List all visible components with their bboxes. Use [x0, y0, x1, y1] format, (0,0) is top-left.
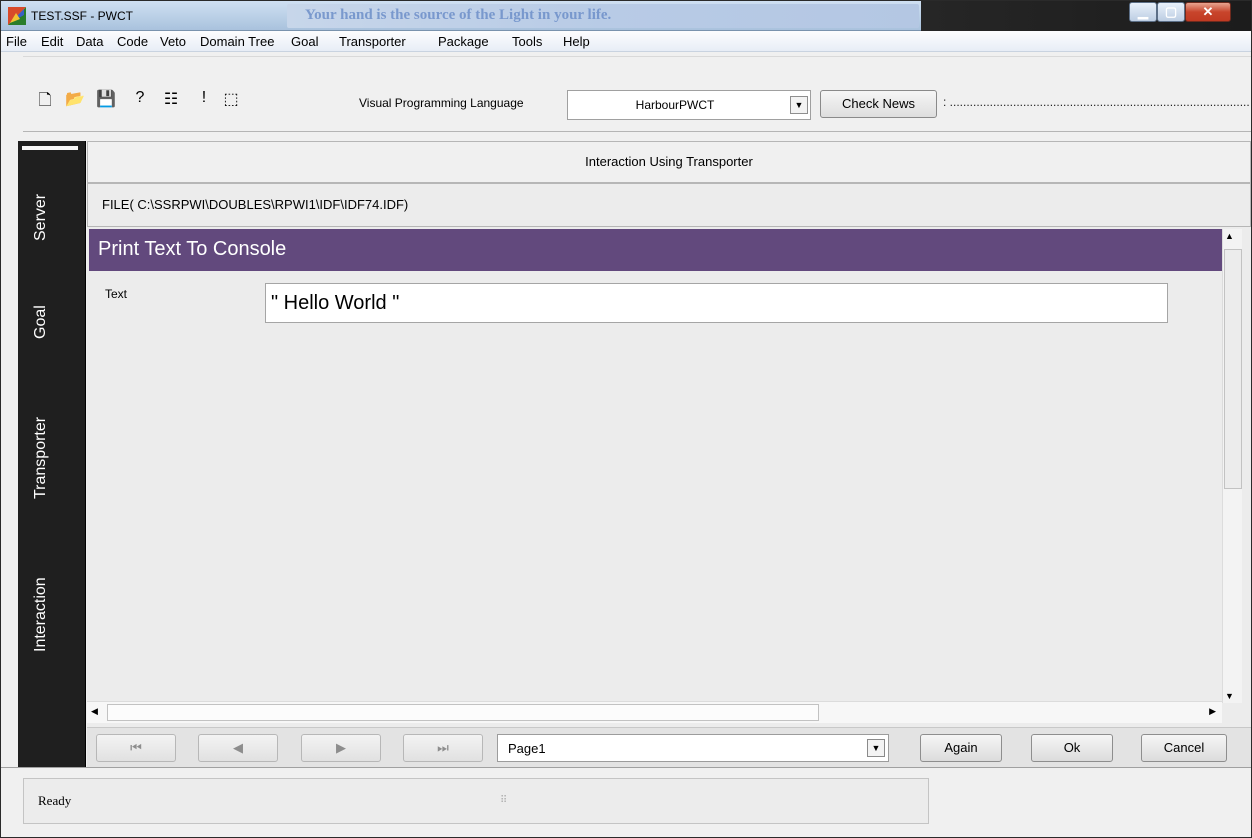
save-disk-icon[interactable]: 💾: [96, 89, 116, 109]
menu-tools[interactable]: Tools: [512, 34, 542, 49]
page-value: Page1: [508, 741, 546, 756]
tab-transporter-label: Transporter: [32, 416, 49, 499]
title-bar[interactable]: TEST.SSF - PWCT Your hand is the source …: [1, 1, 1251, 31]
main-panel: Interaction Using Transporter FILE( C:\S…: [87, 141, 1251, 767]
scroll-up-icon[interactable]: ▲: [1225, 231, 1234, 241]
maximize-icon: ▢: [1164, 4, 1178, 19]
check-news-button[interactable]: Check News: [820, 90, 937, 118]
menu-package[interactable]: Package: [438, 34, 489, 49]
scroll-down-icon[interactable]: ▼: [1225, 691, 1234, 701]
menu-edit[interactable]: Edit: [41, 34, 63, 49]
last-page-button[interactable]: ⏭: [403, 734, 483, 762]
chevron-down-icon[interactable]: ▼: [867, 739, 885, 757]
vertical-scroll-thumb[interactable]: [1224, 249, 1242, 489]
navigation-bar: ⏮ ◀ ▶ ⏭ Page1 ▼ Again Ok Cancel: [87, 727, 1251, 767]
banner: Your hand is the source of the Light in …: [287, 4, 919, 28]
menu-help[interactable]: Help: [563, 34, 590, 49]
maximize-button[interactable]: ▢: [1157, 2, 1185, 22]
menu-bar: File Edit Data Code Veto Domain Tree Goa…: [1, 31, 1251, 52]
minimize-icon: ▁: [1138, 4, 1148, 19]
text-field-label: Text: [105, 287, 128, 301]
vpl-select[interactable]: HarbourPWCT ▼: [567, 90, 811, 120]
vpl-label: Visual Programming Language: [359, 96, 524, 110]
first-page-button[interactable]: ⏮: [96, 734, 176, 762]
vpl-value: HarbourPWCT: [635, 98, 715, 112]
tab-interaction-label: Interaction: [32, 577, 49, 652]
horizontal-scrollbar[interactable]: ◀ ▶: [87, 701, 1222, 723]
app-logo-icon: [8, 7, 26, 25]
new-file-icon[interactable]: 🗋: [35, 89, 55, 116]
status-panel: Ready ⠿: [23, 778, 929, 824]
cancel-button[interactable]: Cancel: [1141, 734, 1227, 762]
menu-transporter[interactable]: Transporter: [339, 34, 406, 49]
document-icon[interactable]: ☷: [161, 89, 181, 109]
close-button[interactable]: ✕: [1185, 2, 1231, 22]
open-box-icon[interactable]: ⬚: [221, 89, 241, 109]
ok-button[interactable]: Ok: [1031, 734, 1113, 762]
again-button[interactable]: Again: [920, 734, 1002, 762]
scroll-left-icon[interactable]: ◀: [91, 706, 98, 717]
menu-data[interactable]: Data: [76, 34, 103, 49]
file-path: FILE( C:\SSRPWI\DOUBLES\RPWI1\IDF\IDF74.…: [87, 183, 1251, 227]
horizontal-scroll-thumb[interactable]: [107, 704, 819, 721]
next-page-button[interactable]: ▶: [301, 734, 381, 762]
close-icon: ✕: [1202, 4, 1214, 19]
resize-grip-icon[interactable]: ⠿: [500, 795, 507, 806]
page-select[interactable]: Page1 ▼: [497, 734, 889, 762]
tab-server-label: Server: [32, 193, 49, 241]
panel-header: Interaction Using Transporter: [87, 141, 1251, 183]
section-title: Print Text To Console: [98, 238, 287, 260]
menu-file[interactable]: File: [6, 34, 27, 49]
banner-text: Your hand is the source of the Light in …: [305, 7, 612, 23]
menu-domain-tree[interactable]: Domain Tree: [200, 34, 274, 49]
help-icon[interactable]: ?: [130, 89, 150, 107]
exclamation-icon[interactable]: !: [194, 89, 214, 107]
section-header: Print Text To Console: [89, 229, 1222, 271]
vertical-scrollbar[interactable]: ▲ ▼: [1222, 229, 1242, 703]
status-bar: Ready ⠿: [1, 767, 1251, 837]
side-tabs: Server Goal Transporter Interaction: [18, 141, 86, 767]
menu-goal[interactable]: Goal: [291, 34, 318, 49]
minimize-button[interactable]: ▁: [1129, 2, 1157, 22]
application-window: TEST.SSF - PWCT Your hand is the source …: [0, 0, 1252, 838]
chevron-down-icon[interactable]: ▼: [790, 96, 808, 114]
menu-code[interactable]: Code: [117, 34, 148, 49]
previous-page-button[interactable]: ◀: [198, 734, 278, 762]
tab-indicator: [22, 146, 78, 150]
scroll-right-icon[interactable]: ▶: [1209, 706, 1216, 717]
open-folder-icon[interactable]: 📂: [65, 89, 85, 109]
status-text: Ready: [38, 793, 72, 808]
window-title: TEST.SSF - PWCT: [31, 9, 133, 23]
menu-veto[interactable]: Veto: [160, 34, 186, 49]
news-text: : ......................................…: [943, 95, 1249, 109]
text-input[interactable]: " Hello World ": [265, 283, 1168, 323]
tab-goal-label: Goal: [32, 305, 49, 339]
